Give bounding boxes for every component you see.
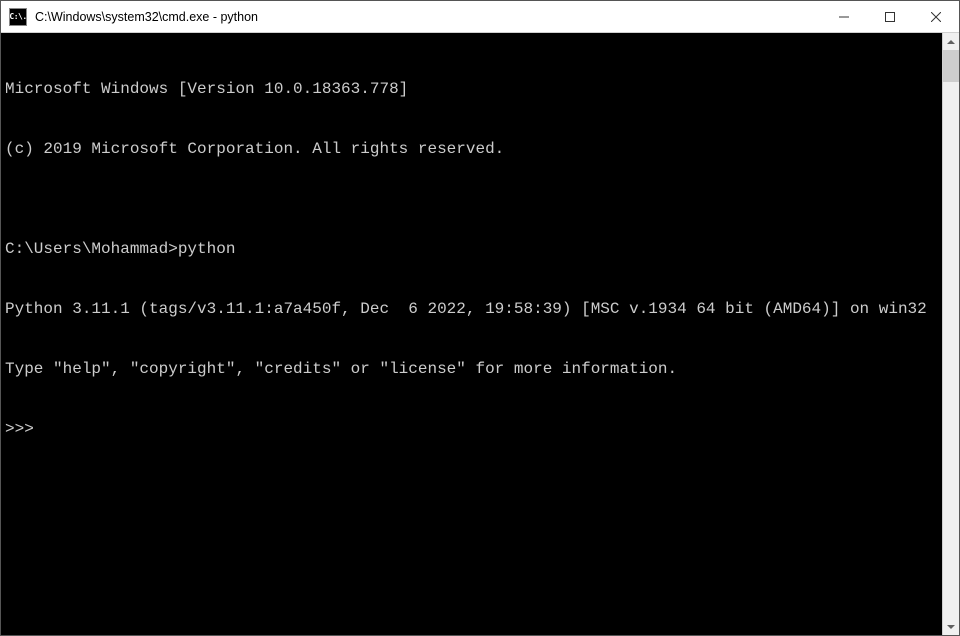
- minimize-button[interactable]: [821, 1, 867, 32]
- client-area: Microsoft Windows [Version 10.0.18363.77…: [1, 33, 959, 635]
- terminal-output[interactable]: Microsoft Windows [Version 10.0.18363.77…: [1, 33, 942, 635]
- scroll-down-button[interactable]: [943, 618, 959, 635]
- scroll-thumb[interactable]: [943, 50, 959, 82]
- chevron-down-icon: [947, 625, 955, 629]
- vertical-scrollbar[interactable]: [942, 33, 959, 635]
- terminal-line: Python 3.11.1 (tags/v3.11.1:a7a450f, Dec…: [5, 299, 938, 319]
- window-controls: [821, 1, 959, 32]
- maximize-button[interactable]: [867, 1, 913, 32]
- close-icon: [931, 12, 941, 22]
- terminal-line: (c) 2019 Microsoft Corporation. All righ…: [5, 139, 938, 159]
- scroll-track[interactable]: [943, 50, 959, 618]
- maximize-icon: [885, 12, 895, 22]
- minimize-icon: [839, 12, 849, 22]
- chevron-up-icon: [947, 40, 955, 44]
- cmd-icon-text: C:\.: [9, 12, 26, 21]
- titlebar[interactable]: C:\. C:\Windows\system32\cmd.exe - pytho…: [1, 1, 959, 33]
- close-button[interactable]: [913, 1, 959, 32]
- cmd-icon: C:\.: [9, 8, 27, 26]
- terminal-line: C:\Users\Mohammad>python: [5, 239, 938, 259]
- window-title: C:\Windows\system32\cmd.exe - python: [33, 10, 821, 24]
- scroll-up-button[interactable]: [943, 33, 959, 50]
- terminal-line: Microsoft Windows [Version 10.0.18363.77…: [5, 79, 938, 99]
- cmd-window: C:\. C:\Windows\system32\cmd.exe - pytho…: [0, 0, 960, 636]
- terminal-prompt[interactable]: >>>: [5, 419, 938, 439]
- terminal-line: Type "help", "copyright", "credits" or "…: [5, 359, 938, 379]
